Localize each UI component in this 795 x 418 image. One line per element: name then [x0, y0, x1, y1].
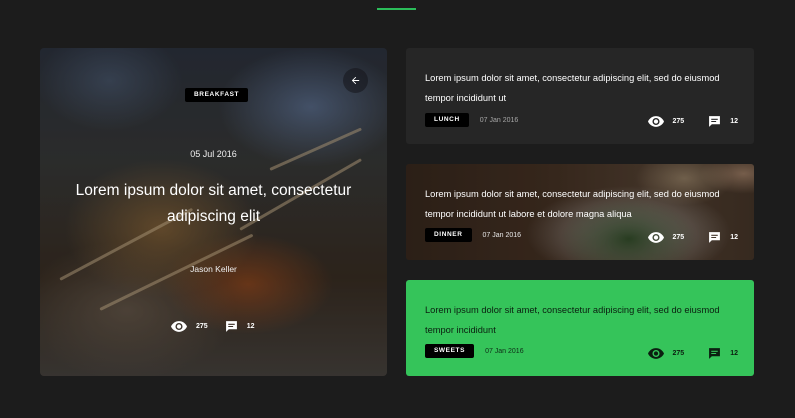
- eye-icon: [171, 321, 187, 332]
- views-stat: 275: [647, 232, 685, 243]
- article-stats: 275 12: [647, 347, 738, 360]
- category-tag[interactable]: SWEETS: [425, 344, 475, 358]
- comments-stat: 12: [708, 115, 738, 128]
- article-meta: DINNER 07 Jan 2016: [425, 228, 521, 242]
- category-tag[interactable]: DINNER: [425, 228, 472, 242]
- article-author[interactable]: Jason Keller: [40, 264, 387, 274]
- views-stat: 275: [647, 348, 685, 359]
- comments-count: 12: [730, 234, 738, 241]
- comments-count: 12: [730, 118, 738, 125]
- article-excerpt[interactable]: Lorem ipsum dolor sit amet, consectetur …: [425, 184, 735, 224]
- comments-count: 12: [730, 350, 738, 357]
- views-count: 275: [196, 323, 208, 330]
- arrow-left-icon: [351, 76, 360, 85]
- views-count: 275: [672, 350, 685, 357]
- article-date: 05 Jul 2016: [190, 149, 237, 159]
- accent-line: [377, 8, 416, 10]
- article-card-lunch[interactable]: Lorem ipsum dolor sit amet, consectetur …: [406, 48, 754, 144]
- article-date: 07 Jan 2016: [485, 347, 524, 355]
- article-date: 07 Jan 2016: [482, 231, 522, 239]
- article-meta: SWEETS 07 Jan 2016: [425, 344, 524, 358]
- comment-icon: [709, 116, 721, 127]
- views-stat: 275: [647, 116, 685, 127]
- eye-icon: [647, 116, 664, 127]
- comments-stat: 12: [708, 231, 738, 244]
- comments-stat: 12: [225, 320, 255, 333]
- views-stat: 275: [171, 321, 208, 332]
- article-title[interactable]: Lorem ipsum dolor sit amet, consectetur …: [60, 178, 367, 230]
- article-meta: LUNCH 07 Jan 2016: [425, 113, 518, 127]
- category-tag[interactable]: LUNCH: [425, 113, 469, 127]
- article-stats: 275 12: [171, 320, 254, 333]
- article-date: 07 Jan 2016: [479, 116, 519, 124]
- comment-icon: [709, 232, 721, 243]
- eye-icon: [647, 232, 664, 243]
- article-excerpt[interactable]: Lorem ipsum dolor sit amet, consectetur …: [425, 300, 735, 340]
- article-stats: 275 12: [647, 231, 738, 244]
- article-card-dinner[interactable]: Lorem ipsum dolor sit amet, consectetur …: [406, 164, 754, 260]
- featured-article-card[interactable]: BREAKFAST 05 Jul 2016 Lorem ipsum dolor …: [40, 48, 387, 376]
- comments-stat: 12: [708, 347, 738, 360]
- comment-icon: [225, 321, 237, 332]
- back-button[interactable]: [343, 68, 368, 93]
- views-count: 275: [672, 118, 685, 125]
- comments-count: 12: [246, 323, 255, 330]
- eye-icon: [647, 348, 664, 359]
- article-excerpt[interactable]: Lorem ipsum dolor sit amet, consectetur …: [425, 68, 735, 108]
- views-count: 275: [672, 234, 685, 241]
- comment-icon: [709, 348, 721, 359]
- category-tag[interactable]: BREAKFAST: [185, 88, 249, 102]
- article-card-sweets[interactable]: Lorem ipsum dolor sit amet, consectetur …: [406, 280, 754, 376]
- article-stats: 275 12: [647, 115, 738, 128]
